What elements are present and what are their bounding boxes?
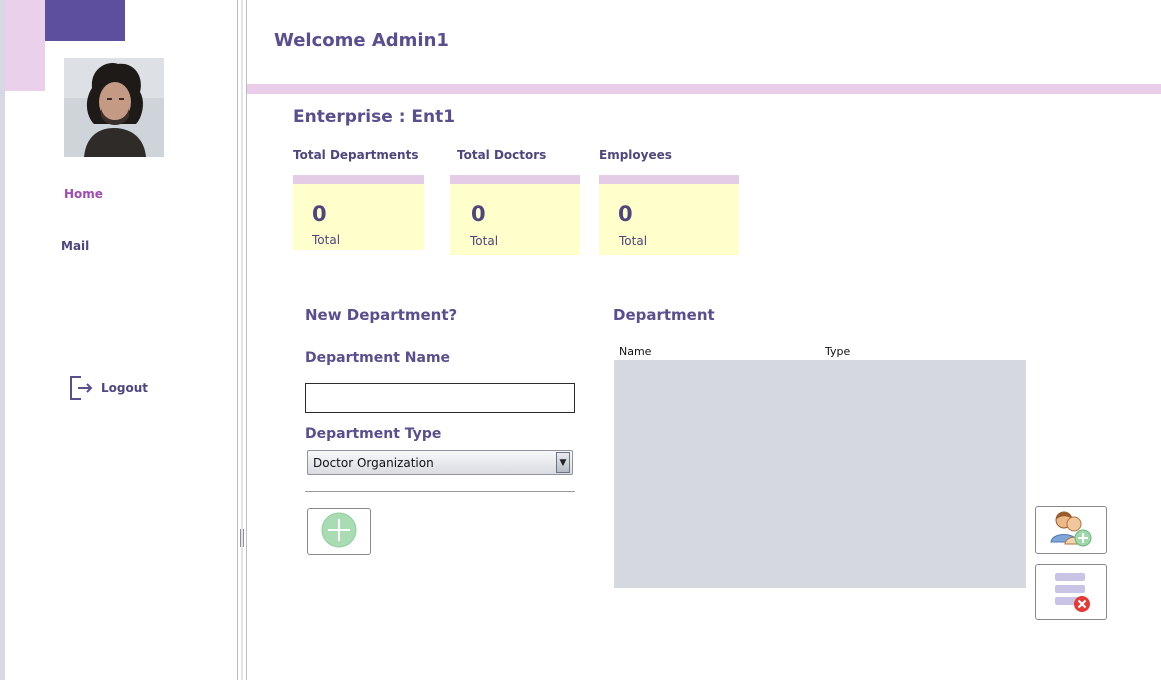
pane-splitter[interactable] [237,0,247,680]
stat-label-departments: Total Departments [293,148,419,162]
department-type-label: Department Type [305,426,442,442]
add-circle-icon [320,511,358,553]
stat-card-doctors: 0 Total [450,175,580,255]
left-edge-strip [0,0,5,680]
avatar [64,58,164,157]
stat-label-employees: Employees [599,148,672,162]
stat-card-departments: 0 Total [293,175,424,250]
stat-value: 0 [312,202,327,226]
add-department-button[interactable] [307,508,371,555]
stat-value: 0 [471,202,486,226]
column-header-type[interactable]: Type [825,345,850,358]
stat-card-employees: 0 Total [599,175,739,255]
card-accent-bar [293,175,424,184]
splitter-track [241,0,243,680]
enterprise-title: Enterprise : Ent1 [293,107,456,127]
department-table-body[interactable] [614,360,1026,588]
header-divider-bar [247,84,1161,94]
stat-value: 0 [618,202,633,226]
delete-list-icon [1049,567,1093,617]
new-department-title: New Department? [305,306,458,324]
nav-mail[interactable]: Mail [61,239,89,253]
department-type-value: Doctor Organization [313,455,434,470]
assign-user-button[interactable] [1035,506,1107,554]
stat-sub-label: Total [470,234,499,248]
card-accent-bar [599,175,739,184]
logout-button[interactable]: Logout [69,374,169,402]
stat-sub-label: Total [312,233,341,247]
logout-label: Logout [101,381,149,395]
chevron-down-icon[interactable]: ▼ [556,452,570,473]
delete-department-button[interactable] [1035,564,1107,620]
stat-sub-label: Total [619,234,648,248]
logout-icon [69,375,95,401]
card-accent-bar [450,175,580,184]
welcome-heading: Welcome Admin1 [274,30,449,51]
stat-label-doctors: Total Doctors [457,148,547,162]
nav-home[interactable]: Home [64,187,103,201]
department-type-select[interactable]: Doctor Organization ▼ [307,450,573,475]
department-name-input[interactable] [305,383,575,413]
decor-block-purple [45,0,125,41]
decor-block-pink [5,0,45,91]
department-table-title: Department [613,306,715,324]
form-divider [305,491,575,492]
column-header-name[interactable]: Name [619,345,651,358]
department-name-label: Department Name [305,350,451,366]
splitter-grip-icon[interactable] [239,529,245,547]
add-user-icon [1049,508,1093,552]
